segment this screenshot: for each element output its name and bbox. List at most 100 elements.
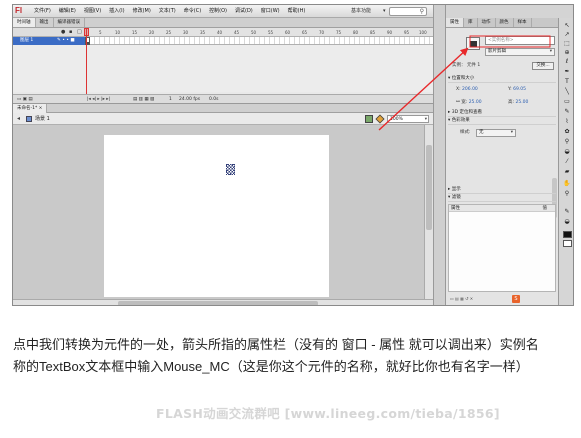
tab-compiler-errors[interactable]: 编译器错误 <box>54 18 85 27</box>
edit-symbol-icon[interactable] <box>375 114 385 124</box>
menu-view[interactable]: 视图(V) <box>80 5 105 18</box>
workspace-switcher[interactable]: 基本功能 <box>347 5 375 18</box>
stage-horizontal-scrollbar[interactable] <box>13 299 433 305</box>
document-tab[interactable]: 未命名-1* × <box>13 104 48 113</box>
scene-label[interactable]: 场景 1 <box>35 113 50 125</box>
menu-text[interactable]: 文本(T) <box>155 5 180 18</box>
ruler-label: 25 <box>166 30 172 35</box>
width-field[interactable]: ⚯ 宽: 25.00 <box>456 99 482 107</box>
timeline-tab-bar: 时间轴 输出 编译器错误 <box>13 18 433 28</box>
menu-edit[interactable]: 编辑(E) <box>55 5 80 18</box>
layer-name[interactable]: 图层 1 <box>20 37 33 45</box>
symbol-instance[interactable] <box>226 164 235 175</box>
scroll-thumb[interactable] <box>118 301 318 305</box>
pasteboard[interactable] <box>13 125 433 299</box>
tab-actions[interactable]: 动作 <box>478 18 496 27</box>
pen-icon[interactable]: ✒ <box>563 68 571 75</box>
zoom-icon[interactable]: ⚲ <box>563 190 571 197</box>
back-arrow-icon[interactable]: ◂ <box>17 113 20 125</box>
stage[interactable] <box>104 135 329 297</box>
lock-icon[interactable]: ▪ <box>69 28 72 37</box>
frame-rate[interactable]: 24.00 fps <box>179 95 200 104</box>
new-layer-icon[interactable]: ▭ ▣ ▤ <box>17 95 33 104</box>
zoom-select[interactable]: 100% ▾ <box>387 115 429 123</box>
tab-output[interactable]: 输出 <box>36 18 54 27</box>
eraser-icon[interactable]: ▰ <box>563 168 571 175</box>
ruler-label: 5 <box>99 30 102 35</box>
link-icon[interactable]: ⚯ <box>456 100 460 105</box>
fill-color-swatch[interactable] <box>563 240 572 247</box>
tab-library[interactable]: 库 <box>464 18 478 27</box>
height-value[interactable]: 25.00 <box>515 100 528 105</box>
menu-control[interactable]: 控制(O) <box>205 5 231 18</box>
x-value[interactable]: 206.00 <box>462 87 478 92</box>
section-color-effect[interactable]: ▾ 色彩效果 <box>448 117 556 125</box>
panel-dock-strip[interactable] <box>433 5 446 305</box>
brush-icon[interactable]: ⌇ <box>563 118 571 125</box>
3d-rotation-icon[interactable]: ⊕ <box>563 49 571 56</box>
filters-toolbar[interactable]: ▭ ▤ ▦ ↺ ✕ <box>450 296 562 302</box>
outline-icon[interactable]: □ <box>77 28 82 37</box>
instance-of-row: 实例： 元件 1 <box>452 62 480 70</box>
playback-controls[interactable]: |◂ ◂| ▸ |▸ ▸| <box>87 95 110 104</box>
eye-icon[interactable]: ● <box>61 28 65 37</box>
menu-debug[interactable]: 调试(D) <box>231 5 257 18</box>
subselection-tool-icon[interactable]: ↗ <box>563 31 571 38</box>
section-filters[interactable]: ▾ 滤镜 <box>448 194 556 202</box>
width-value[interactable]: 25.00 <box>469 100 482 105</box>
edit-scene-icon[interactable] <box>365 115 373 123</box>
properties-panel: 属性 库 动作 颜色 样本 <实例名称> 影片剪辑 ▾ 实例： 元件 1 交换.… <box>446 18 558 305</box>
text-tool-icon[interactable]: T <box>563 78 571 85</box>
section-display[interactable]: ▸ 显示 <box>448 186 556 194</box>
instance-name-input[interactable]: <实例名称> <box>485 36 555 45</box>
section-3d[interactable]: ▸ 3D 定位和查看 <box>448 109 556 117</box>
tab-swatches[interactable]: 样本 <box>514 18 532 27</box>
onion-skin-icon[interactable]: ▤ ▥ ▦ ▧ <box>133 95 154 104</box>
color-style-select[interactable]: 无 ▾ <box>476 129 516 137</box>
pencil-icon[interactable]: ✎ <box>563 108 571 115</box>
playhead[interactable] <box>86 28 87 101</box>
menu-insert[interactable]: 插入(I) <box>105 5 128 18</box>
hand-icon[interactable]: ✋ <box>563 180 571 187</box>
stroke-color-swatch[interactable] <box>563 231 572 238</box>
menu-modify[interactable]: 修改(M) <box>129 5 155 18</box>
filters-list[interactable]: 属性 值 <box>448 204 556 292</box>
help-search-input[interactable]: ⚲ <box>389 7 427 16</box>
stroke-color-icon[interactable]: ✎ <box>563 208 571 215</box>
frame-row[interactable] <box>85 37 433 45</box>
y-field[interactable]: Y: 69.05 <box>508 86 526 94</box>
tab-timeline[interactable]: 时间轴 <box>13 18 36 27</box>
section-position-size[interactable]: ▾ 位置和大小 <box>448 75 556 83</box>
lasso-icon[interactable]: ℓ <box>563 58 571 65</box>
edit-bar: ◂ 场景 1 100% ▾ <box>13 113 433 125</box>
ruler-label: 50 <box>251 30 257 35</box>
playhead-handle[interactable] <box>84 28 89 36</box>
scroll-thumb[interactable] <box>426 145 432 230</box>
eyedropper-icon[interactable]: ⁄ <box>563 158 571 165</box>
deco-icon[interactable]: ✿ <box>563 128 571 135</box>
y-value[interactable]: 69.05 <box>513 87 526 92</box>
swap-button[interactable]: 交换... <box>532 62 554 70</box>
menu-window[interactable]: 窗口(W) <box>257 5 284 18</box>
stage-vertical-scrollbar[interactable] <box>424 125 433 299</box>
rectangle-tool-icon[interactable]: ▭ <box>563 98 571 105</box>
height-field[interactable]: 高: 25.00 <box>508 99 528 107</box>
tab-color[interactable]: 颜色 <box>496 18 514 27</box>
selection-tool-icon[interactable]: ↖ <box>563 22 571 29</box>
bone-icon[interactable]: ⚲ <box>563 138 571 145</box>
instance-of-label: 实例： <box>452 63 466 68</box>
chevron-down-icon[interactable]: ▾ <box>383 5 386 18</box>
layer-row[interactable]: 图层 1 ✎ • • ■ <box>13 37 85 45</box>
ime-icon[interactable]: S <box>512 295 520 303</box>
free-transform-icon[interactable]: ⬚ <box>563 40 571 47</box>
menu-help[interactable]: 帮助(H) <box>284 5 310 18</box>
symbol-type-select[interactable]: 影片剪辑 ▾ <box>485 48 555 56</box>
fill-color-icon[interactable]: ◒ <box>563 218 571 225</box>
paint-bucket-icon[interactable]: ◒ <box>563 148 571 155</box>
x-field[interactable]: X: 206.00 <box>456 86 478 94</box>
menu-file[interactable]: 文件(F) <box>30 5 55 18</box>
frame-ruler[interactable]: 5 10 15 20 25 30 35 40 45 50 55 60 65 70… <box>85 28 433 37</box>
line-tool-icon[interactable]: ╲ <box>563 88 571 95</box>
menu-commands[interactable]: 命令(C) <box>180 5 205 18</box>
tab-properties[interactable]: 属性 <box>446 18 464 27</box>
